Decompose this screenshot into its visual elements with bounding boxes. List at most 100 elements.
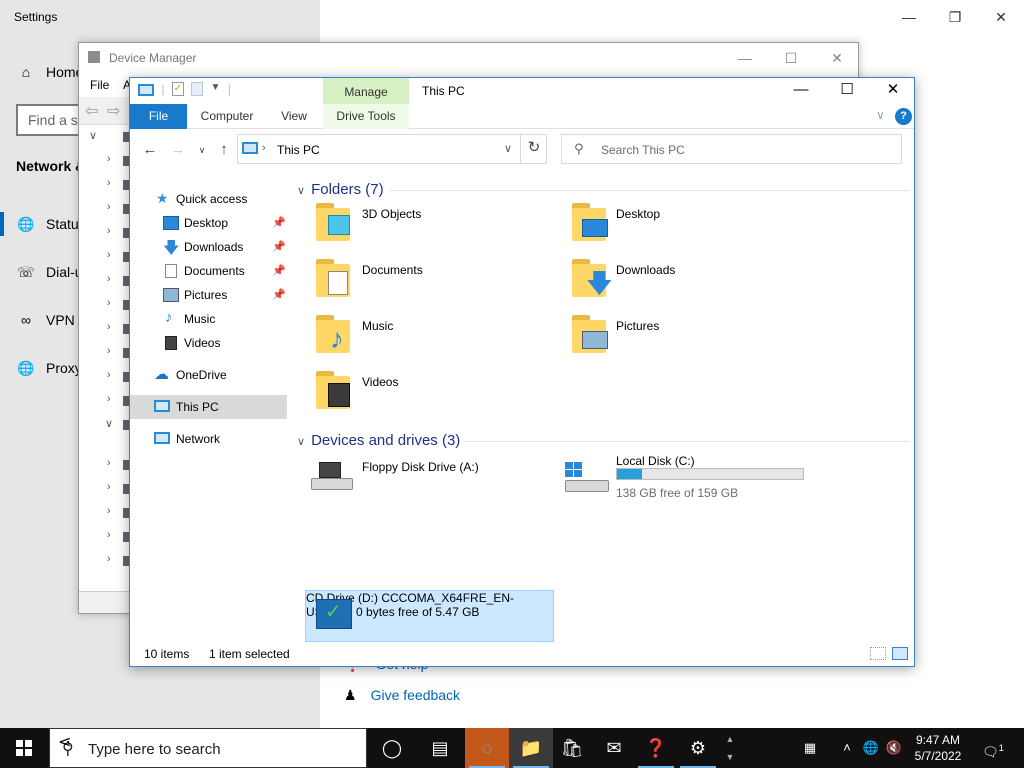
folder-tile-3d-objects[interactable]: 3D Objects (304, 199, 554, 251)
address-bar[interactable]: › This PC ∨ (237, 134, 547, 164)
refresh-button[interactable]: ↻ (520, 134, 547, 164)
devmgr-close-button[interactable]: ✕ (814, 47, 860, 69)
search-input[interactable]: ⚲ Search This PC (561, 134, 902, 164)
network-icon (154, 432, 170, 444)
settings-close-button[interactable]: ✕ (978, 6, 1024, 28)
nav-item-pictures[interactable]: Pictures 📌 (130, 283, 287, 307)
settings-nav-home[interactable]: ⌂ Home (16, 64, 84, 80)
taskbar-search-box[interactable]: ⚲ Type here to search (49, 728, 367, 768)
manage-contextual-tab[interactable]: Manage (323, 78, 409, 104)
nav-item-network[interactable]: Network (130, 427, 287, 451)
input-indicator-icon[interactable]: ▦ (796, 728, 824, 768)
nav-item-documents[interactable]: Documents 📌 (130, 259, 287, 283)
ribbon-tab-file[interactable]: File (130, 104, 187, 129)
pin-icon[interactable]: 📌 (272, 288, 286, 301)
start-button[interactable] (0, 728, 48, 768)
globe-icon: 🌐 (17, 360, 35, 376)
drive-tile-cd[interactable]: ✓ CD Drive (D:) CCCOMA_X64FRE_EN-US_DV9 … (305, 590, 554, 642)
address-bar-row: ← → ∨ ↑ › This PC ∨ ↻ ⚲ Search This PC (130, 129, 914, 169)
explorer-close-button[interactable]: ✕ (870, 78, 916, 104)
folder-icon (570, 203, 610, 247)
network-globe-icon[interactable]: 🌐 (860, 728, 882, 768)
devmgr-minimize-button[interactable]: — (722, 47, 768, 69)
back-button[interactable]: ← (140, 141, 160, 158)
settings-minimize-button[interactable]: — (886, 6, 932, 28)
recent-locations-dropdown[interactable]: ∨ (192, 145, 212, 156)
device-manager-titlebar[interactable]: Device Manager — ☐ ✕ (79, 43, 858, 73)
file-explorer-taskbar-icon[interactable]: 📁 (509, 728, 553, 768)
drive-tile-local-disk[interactable]: Local Disk (C:) 138 GB free of 159 GB (559, 454, 809, 502)
folder-tile-documents[interactable]: Documents (304, 255, 554, 307)
up-button[interactable]: ↑ (214, 141, 234, 158)
folder-tile-music[interactable]: ♪ Music (304, 311, 554, 363)
edge-icon[interactable]: ◌ (465, 728, 509, 768)
settings-nav-proxy[interactable]: 🌐 Proxy (16, 360, 82, 377)
taskbar-search-placeholder: Type here to search (88, 741, 221, 758)
settings-gear-icon[interactable]: ⚙ (676, 728, 720, 768)
download-icon: 🡇 (586, 268, 613, 298)
breadcrumb-chevron-icon[interactable]: › (262, 142, 266, 154)
nav-item-desktop[interactable]: Desktop 📌 (130, 211, 287, 235)
properties-icon[interactable]: ✓ (171, 82, 184, 96)
pin-icon[interactable]: 📌 (272, 264, 286, 277)
customize-dropdown-icon[interactable]: ▼ (211, 82, 221, 93)
settings-maximize-button[interactable]: ❐ (932, 6, 978, 28)
action-center-icon[interactable]: 🗨1 (978, 728, 1008, 768)
details-view-button[interactable] (870, 647, 886, 660)
ribbon-tab-drive-tools[interactable]: Drive Tools (323, 104, 409, 129)
task-view-icon[interactable]: ▤ (418, 728, 462, 768)
cortana-icon[interactable]: ◯ (370, 728, 414, 768)
notification-count-badge: 1 (998, 743, 1004, 753)
settings-nav-dialup[interactable]: ☏ Dial-u (16, 264, 82, 281)
file-explorer-window[interactable]: | ✓ ▼ | Manage This PC — ☐ ✕ File Comput… (129, 77, 915, 667)
volume-muted-icon[interactable]: 🔇 (884, 728, 904, 768)
feedback-hub-icon[interactable]: ❓ (634, 728, 678, 768)
chevron-right-icon: › (107, 273, 111, 285)
expand-ribbon-icon[interactable]: ∨ (876, 108, 885, 122)
explorer-title: This PC (422, 84, 465, 98)
address-dropdown-icon[interactable]: ∨ (504, 142, 512, 155)
explorer-titlebar[interactable]: | ✓ ▼ | Manage This PC — ☐ ✕ (130, 78, 914, 104)
breadcrumb[interactable]: This PC (277, 143, 320, 157)
forward-button[interactable]: → (168, 141, 188, 158)
folder-tile-pictures[interactable]: Pictures (560, 311, 810, 363)
folder-tile-downloads[interactable]: 🡇 Downloads (560, 255, 810, 307)
drive-tile-floppy[interactable]: Floppy Disk Drive (A:) (305, 456, 555, 502)
mail-icon[interactable]: ✉ (592, 728, 636, 768)
clock[interactable]: 9:47 AM 5/7/2022 (906, 732, 970, 764)
forward-arrow-icon[interactable]: ⇨ (107, 101, 120, 121)
help-button[interactable]: ? (895, 108, 912, 125)
taskbar-scroll-arrows[interactable]: ▲ ▼ (724, 730, 736, 766)
show-hidden-icons-chevron[interactable]: ˄ (838, 728, 856, 768)
clock-date: 5/7/2022 (914, 749, 962, 763)
store-icon[interactable]: 🛍 (550, 728, 594, 768)
folder-tile-desktop[interactable]: Desktop (560, 199, 810, 251)
nav-item-onedrive[interactable]: ☁ OneDrive (130, 363, 287, 387)
nav-item-this-pc[interactable]: This PC (130, 395, 287, 419)
pin-icon[interactable]: 📌 (272, 216, 286, 229)
chevron-right-icon: › (107, 153, 111, 165)
folder-tile-videos[interactable]: Videos (304, 367, 554, 419)
ribbon-tab-computer[interactable]: Computer (192, 104, 262, 129)
devices-group-header[interactable]: ∨ Devices and drives (3) (297, 432, 460, 449)
nav-item-downloads[interactable]: 🡇 Downloads 📌 (130, 235, 287, 259)
nav-item-quick-access[interactable]: ★ Quick access (130, 187, 287, 211)
devmgr-maximize-button[interactable]: ☐ (768, 47, 814, 69)
settings-nav-status[interactable]: 🌐 Statu (16, 216, 78, 233)
settings-nav-vpn[interactable]: ∞ VPN (16, 312, 75, 328)
new-folder-icon[interactable] (191, 82, 204, 96)
give-feedback-link[interactable]: ♟ Give feedback (344, 687, 460, 704)
nav-item-music[interactable]: ♪ Music (130, 307, 287, 331)
explorer-minimize-button[interactable]: — (778, 78, 824, 104)
folders-group-header[interactable]: ∨ Folders (7) (297, 181, 384, 198)
chevron-right-icon: › (107, 321, 111, 333)
dialup-icon: ☏ (17, 264, 35, 280)
explorer-maximize-button[interactable]: ☐ (824, 78, 870, 104)
nav-item-videos[interactable]: Videos (130, 331, 287, 355)
devmgr-menu-file[interactable]: File (90, 78, 109, 92)
device-manager-icon (88, 51, 100, 63)
back-arrow-icon[interactable]: ⇦ (85, 101, 98, 121)
ribbon-tab-view[interactable]: View (272, 104, 316, 129)
large-icons-view-button[interactable] (892, 647, 908, 660)
pin-icon[interactable]: 📌 (272, 240, 286, 253)
